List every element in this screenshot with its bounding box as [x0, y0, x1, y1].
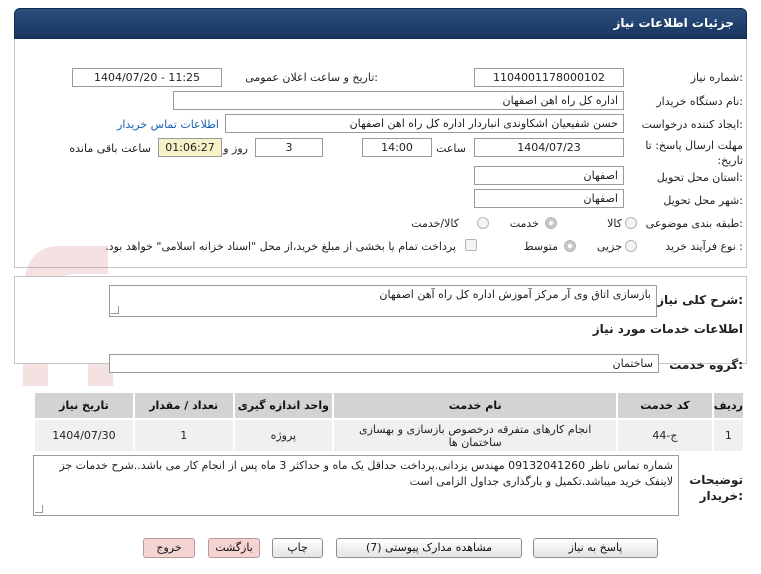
cell-service-code: ج-44 [616, 418, 714, 453]
remaining-time-field: 01:06:27 [158, 138, 222, 157]
category-radio-goods[interactable] [625, 217, 637, 229]
col-date-header: تاریخ نیاز [33, 391, 135, 420]
cell-need-date: 1404/07/30 [33, 418, 135, 453]
buyer-org-field: اداره کل راه اهن اصفهان [173, 91, 624, 110]
services-section-title: اطلاعات خدمات مورد نیاز [592, 322, 743, 336]
notes-resize-handle[interactable] [35, 505, 43, 513]
table-row: 1 ج-44 انجام کارهای متفرقه درخصوص بازساز… [33, 418, 746, 453]
col-code-header: کد خدمت [616, 391, 714, 420]
col-unit-header: واحد اندازه گیری [232, 391, 335, 420]
cell-service-name: انجام کارهای متفرقه درخصوص بازسازی و بهس… [332, 418, 619, 453]
notes-field[interactable]: شماره تماس ناظر 09132041260 مهندس یزدانی… [33, 455, 679, 516]
page-title: جزئیات اطلاعات نیاز [613, 16, 734, 30]
treasury-payment-checkbox[interactable] [465, 239, 477, 251]
category-option-goods: کالا [607, 217, 622, 230]
deadline-date-field: 1404/07/23 [474, 138, 624, 157]
category-radio-both[interactable] [477, 217, 489, 229]
treasury-payment-note: پرداخت تمام یا بخشی از مبلغ خرید،از محل … [105, 240, 456, 253]
cell-unit: پروژه [232, 418, 335, 453]
category-radio-service[interactable] [545, 217, 557, 229]
creator-label: ایجاد کننده درخواست: [641, 118, 743, 131]
print-button[interactable]: چاپ [272, 538, 323, 558]
col-row-header: ردیف [711, 391, 746, 420]
summary-field[interactable]: بازسازی اتاق وی آر مرکز آموزش اداره کل ر… [109, 285, 657, 317]
announce-label: تاریخ و ساعت اعلان عمومی: [245, 71, 378, 84]
back-button[interactable]: بازگشت [208, 538, 260, 558]
days-field: 3 [255, 138, 323, 157]
summary-label: شرح کلی نیاز: [657, 293, 743, 307]
cell-quantity: 1 [132, 418, 235, 453]
creator-field: حسن شفیعیان اشکاوندی انباردار اداره کل ر… [225, 114, 624, 133]
category-label: طبقه بندی موضوعی: [645, 217, 743, 230]
category-option-both: کالا/خدمت [411, 217, 459, 230]
services-table: ردیف کد خدمت نام خدمت واحد اندازه گیری ت… [33, 391, 746, 453]
buyer-contact-link[interactable]: اطلاعات تماس خریدار [117, 118, 219, 131]
announce-field: 1404/07/20 - 11:25 [72, 68, 222, 87]
notes-label: توضیحات خریدار: [689, 473, 743, 503]
exit-button[interactable]: خروج [143, 538, 195, 558]
process-radio-medium[interactable] [564, 240, 576, 252]
process-option-minor: جزیی [596, 240, 622, 253]
service-group-field: ساختمان [109, 354, 659, 373]
province-field: اصفهان [474, 166, 624, 185]
reply-button[interactable]: پاسخ به نیاز [533, 538, 658, 558]
col-qty-header: تعداد / مقدار [132, 391, 235, 420]
need-number-field: 1104001178000102 [474, 68, 624, 87]
service-group-label: گروه خدمت: [669, 358, 743, 372]
remaining-label: ساعت باقی مانده [69, 142, 151, 155]
col-name-header: نام خدمت [332, 391, 619, 420]
view-attachments-button[interactable]: مشاهده مدارک پیوستی (7) [336, 538, 522, 558]
deadline-time-label: ساعت [436, 142, 466, 155]
process-label: نوع فرآیند خرید : [665, 240, 743, 253]
need-number-label: شماره نیاز: [690, 71, 743, 84]
cell-row-number: 1 [711, 418, 746, 453]
deadline-time-field: 14:00 [362, 138, 432, 157]
process-option-medium: متوسط [523, 240, 558, 253]
summary-resize-handle[interactable] [111, 306, 119, 314]
table-header-row: ردیف کد خدمت نام خدمت واحد اندازه گیری ت… [33, 391, 746, 420]
city-field: اصفهان [474, 189, 624, 208]
province-label: استان محل تحویل: [656, 171, 743, 184]
city-label: شهر محل تحویل: [663, 194, 743, 207]
buyer-org-label: نام دستگاه خریدار: [656, 95, 743, 108]
process-radio-minor[interactable] [625, 240, 637, 252]
category-option-service: خدمت [509, 217, 539, 230]
deadline-label: مهلت ارسال پاسخ: تا تاریخ: [645, 139, 743, 167]
page: جزئیات اطلاعات نیاز شماره نیاز: 11040011… [0, 0, 761, 574]
page-header: جزئیات اطلاعات نیاز [14, 8, 747, 39]
days-label: روز و [223, 142, 248, 155]
